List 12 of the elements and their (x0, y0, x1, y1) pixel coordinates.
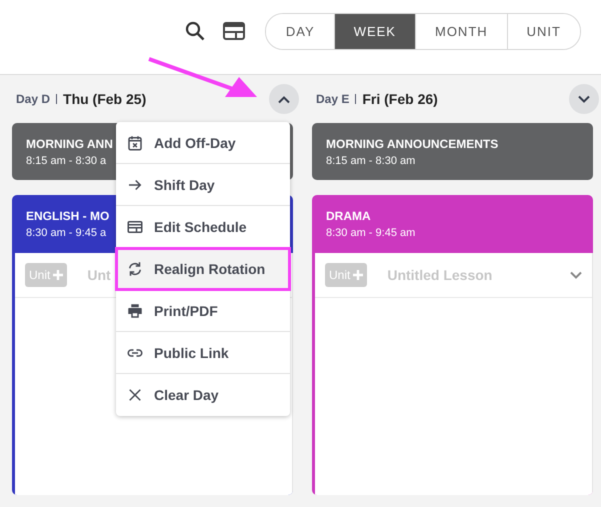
event-time: 8:15 am - 8:30 am (326, 155, 416, 167)
day-date: Thu (Feb 25) (63, 91, 146, 107)
class-title: ENGLISH - MO (26, 209, 110, 223)
event-time: 8:15 am - 8:30 a (26, 155, 106, 167)
event-title: MORNING ANN (26, 137, 113, 151)
event-title: MORNING ANNOUNCEMENTS (326, 137, 498, 151)
class-time: 8:30 am - 9:45 a (26, 227, 106, 239)
class-title: DRAMA (326, 209, 371, 223)
rotation-day: Day D (16, 92, 50, 106)
day-date: Fri (Feb 26) (362, 91, 438, 107)
rotation-day: Day E (316, 92, 350, 106)
class-time: 8:30 am - 9:45 am (326, 227, 416, 239)
